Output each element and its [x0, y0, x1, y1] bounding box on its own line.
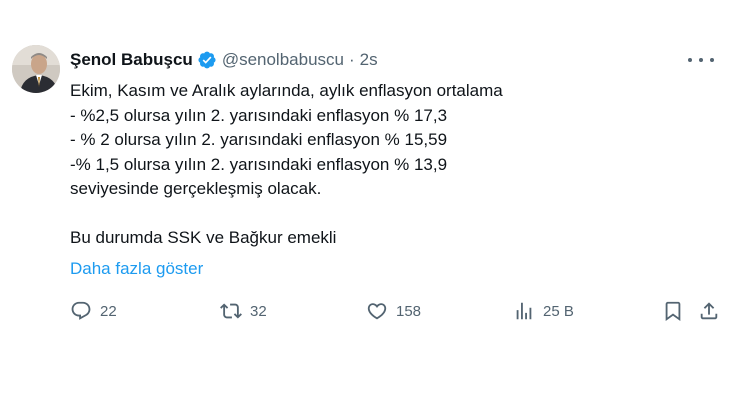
tweet-text: Ekim, Kasım ve Aralık aylarında, aylık e… [70, 79, 710, 251]
reply-count: 22 [100, 302, 117, 320]
profile-photo-icon [12, 45, 60, 93]
tweet-line: - %2,5 olursa yılın 2. yarısındaki enfla… [70, 105, 448, 125]
avatar[interactable] [12, 45, 60, 93]
views-chart-icon [516, 302, 532, 320]
verified-badge-icon [197, 50, 217, 70]
more-options-icon[interactable] [688, 50, 714, 70]
separator-dot: · [348, 50, 355, 69]
author-name[interactable]: Şenol Babuşcu [70, 50, 193, 70]
timestamp[interactable]: 2s [360, 50, 378, 70]
like-count: 158 [396, 302, 422, 320]
share-icon [700, 302, 718, 320]
tweet-line: Bu durumda SSK ve Bağkur emekli [70, 228, 337, 247]
views-button[interactable]: 25 B [513, 300, 574, 322]
views-count: 25 B [543, 302, 574, 320]
reply-button[interactable]: 22 [70, 300, 117, 322]
tweet-line: - % 2 olursa yılın 2. yarısındaki enflas… [70, 130, 448, 149]
tweet: Şenol Babuşcu @senolbabuscu · 2s Ekim, K… [0, 0, 730, 420]
action-bar: 22 32 158 25 B [70, 300, 720, 326]
show-more-link[interactable]: Daha fazla göster [70, 259, 203, 279]
retweet-count: 32 [250, 302, 267, 320]
reply-icon [71, 301, 91, 320]
bookmark-icon [665, 301, 681, 322]
retweet-button[interactable]: 32 [220, 300, 267, 322]
tweet-line: seviyesinde gerçekleşmiş olacak. [70, 179, 322, 198]
tweet-line: -% 1,5 olursa yılın 2. yarısındaki enfla… [70, 154, 448, 174]
tweet-header: Şenol Babuşcu @senolbabuscu · 2s [70, 50, 378, 70]
tweet-line: Ekim, Kasım ve Aralık aylarında, aylık e… [70, 81, 503, 100]
share-button[interactable] [698, 300, 720, 322]
bookmark-button[interactable] [662, 300, 684, 322]
author-handle[interactable]: @senolbabuscu [222, 50, 344, 70]
retweet-icon [220, 303, 242, 319]
like-button[interactable]: 158 [366, 300, 421, 322]
heart-icon [367, 303, 387, 320]
